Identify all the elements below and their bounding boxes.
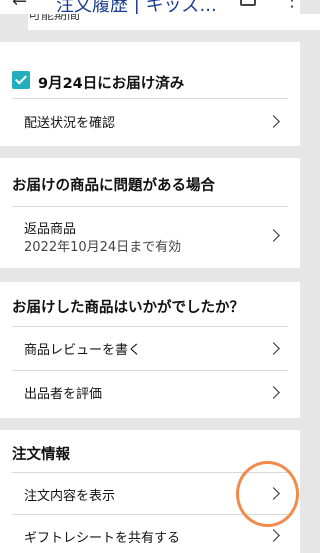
return-item-row[interactable]: 返品商品 2022年10月24日まで有効 <box>12 206 288 264</box>
partial-text-strip: 可能期間 <box>28 14 320 30</box>
partial-text: 可能期間 <box>28 14 81 23</box>
order-info-heading: 注文情報 <box>12 447 70 463</box>
section-divider <box>0 30 300 42</box>
track-package-row[interactable]: 配送状況を確認 <box>12 98 288 144</box>
problem-heading: お届けの商品に問題がある場合 <box>12 178 215 194</box>
write-review-row[interactable]: 商品レビューを書く <box>12 326 288 370</box>
feedback-heading: お届けした商品はいかがでしたか？ <box>12 300 244 316</box>
problem-card: お届けの商品に問題がある場合 返品商品 2022年10月24日まで有効 <box>0 158 300 268</box>
back-arrow-icon[interactable]: ← <box>12 0 27 12</box>
chevron-right-icon <box>267 529 280 542</box>
chevron-right-icon <box>267 115 280 128</box>
highlight-circle <box>236 461 299 527</box>
rate-seller-label: 出品者を評価 <box>24 387 103 402</box>
chevron-right-icon <box>267 229 280 242</box>
return-deadline: 2022年10月24日まで有効 <box>24 240 182 255</box>
track-package-label: 配送状況を確認 <box>24 116 116 131</box>
section-divider <box>0 418 300 430</box>
chevron-right-icon <box>267 386 280 399</box>
share-gift-receipt-label: ギフトレシートを共有する <box>24 531 181 546</box>
return-item-label: 返品商品 <box>24 222 77 237</box>
share-gift-receipt-row[interactable]: ギフトレシートを共有する <box>12 514 288 553</box>
feedback-card: お届けした商品はいかがでしたか？ 商品レビューを書く 出品者を評価 <box>0 282 300 418</box>
delivery-status-card: 9月24日にお届け済み 配送状況を確認 <box>0 42 300 146</box>
checkmark-icon <box>12 71 30 89</box>
delivery-status-text: 9月24日にお届け済み <box>38 76 185 92</box>
view-order-details-label: 注文内容を表示 <box>24 489 116 504</box>
section-divider <box>0 268 300 282</box>
printer-icon[interactable] <box>240 0 256 6</box>
rate-seller-row[interactable]: 出品者を評価 <box>12 370 288 414</box>
top-app-bar: ← 注文履歴 | キッズ... ⋮ <box>0 0 300 14</box>
chevron-right-icon <box>267 342 280 355</box>
section-divider <box>0 146 300 158</box>
page-title: 注文履歴 | キッズ... <box>56 0 217 14</box>
write-review-label: 商品レビューを書く <box>24 343 142 358</box>
more-vertical-icon[interactable]: ⋮ <box>283 0 300 11</box>
